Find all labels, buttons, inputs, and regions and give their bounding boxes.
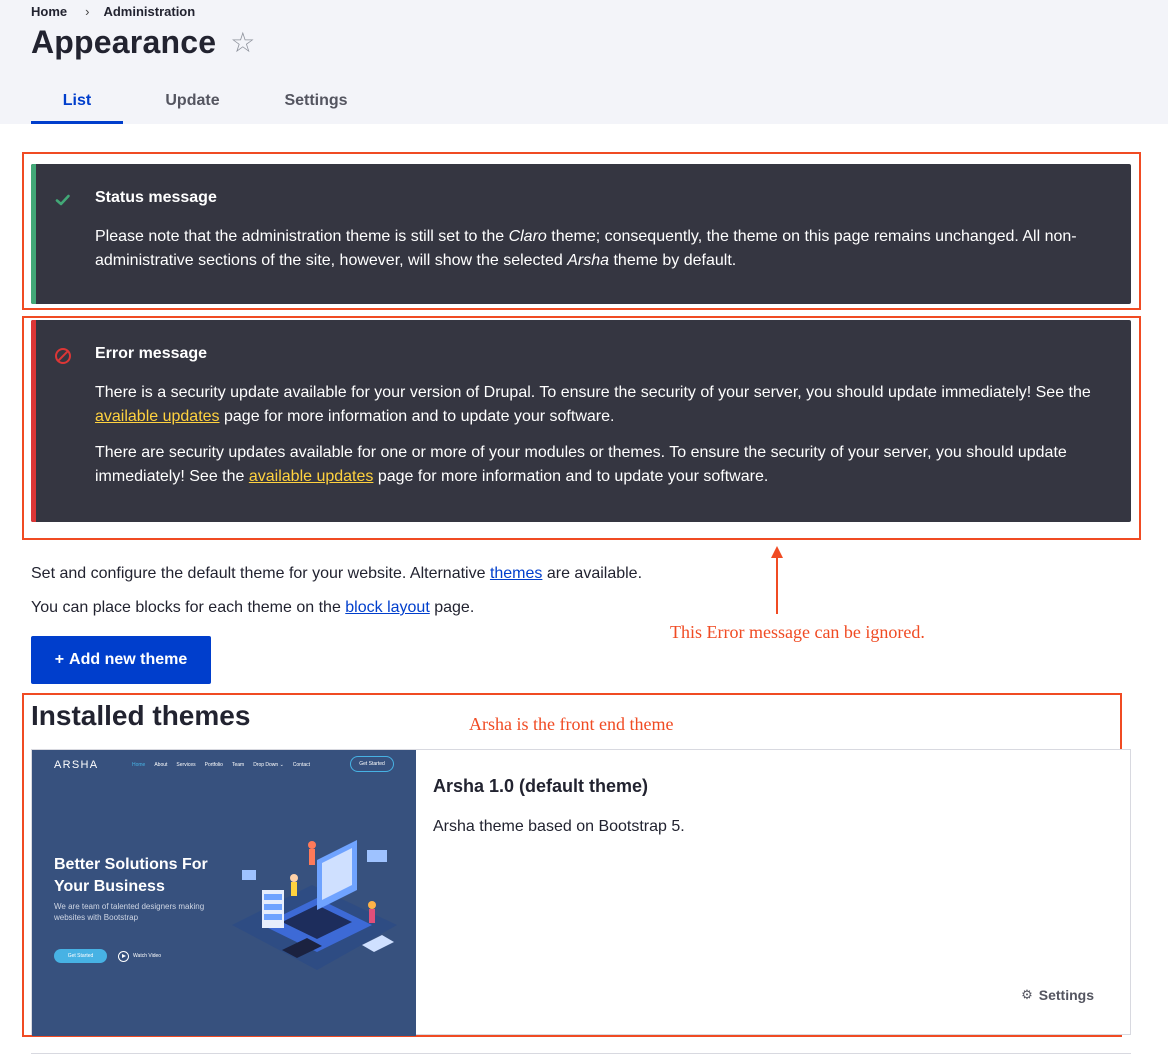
intro-text-part: are available.	[542, 565, 643, 582]
breadcrumb: Home › Administration	[31, 4, 195, 19]
primary-tabs: List Update Settings	[31, 84, 386, 124]
screenshot-nav-item: Drop Down ⌄	[253, 762, 284, 768]
tab-list[interactable]: List	[31, 84, 123, 124]
screenshot-nav-item: Home	[132, 762, 146, 768]
screenshot-nav-item: Team	[231, 762, 245, 768]
screenshot-nav-item: About	[154, 762, 168, 768]
play-icon	[118, 950, 129, 962]
add-new-theme-label: Add new theme	[69, 651, 188, 668]
screenshot-cta: Get Started	[54, 949, 107, 963]
annotation-arrow-line	[776, 556, 778, 614]
intro-text-part: You can place blocks for each theme on t…	[31, 599, 346, 616]
isometric-illustration	[232, 840, 397, 970]
screenshot-watch-label: Watch Video	[133, 953, 162, 959]
screenshot-nav-item: Portfolio	[204, 762, 223, 768]
breadcrumb-home-link[interactable]: Home	[31, 4, 67, 19]
plus-icon: +	[54, 651, 65, 668]
screenshot-watch-video: Watch Video	[118, 949, 161, 963]
theme-settings-label: Settings	[1038, 987, 1094, 1003]
screenshot-subtext: We are team of talented designers making…	[54, 902, 205, 922]
theme-description: Arsha theme based on Bootstrap 5.	[433, 818, 685, 835]
screenshot-nav-button: Get Started	[350, 756, 394, 772]
themes-link[interactable]: themes	[490, 565, 542, 582]
annotation-error-note: This Error message can be ignored.	[670, 622, 925, 642]
block-layout-link[interactable]: block layout	[345, 599, 430, 616]
tab-settings[interactable]: Settings	[246, 84, 386, 124]
add-new-theme-button[interactable]: + Add new theme	[31, 636, 211, 684]
intro-text-part: Set and configure the default theme for …	[31, 565, 490, 582]
theme-name: Arsha 1.0 (default theme)	[433, 776, 649, 796]
annotation-box-status	[22, 152, 1141, 310]
screenshot-logo: ARSHA	[54, 759, 99, 771]
breadcrumb-administration-link[interactable]: Administration	[103, 4, 195, 19]
annotation-box-error	[22, 316, 1141, 540]
star-icon[interactable]: ☆	[230, 28, 255, 57]
title-row: Appearance ☆	[31, 24, 255, 61]
page-header: Home › Administration Appearance ☆ List …	[0, 0, 1168, 124]
page-title: Appearance	[31, 24, 217, 60]
intro-text-part: page.	[429, 599, 475, 616]
breadcrumb-separator: ›	[85, 4, 90, 19]
installed-themes-heading: Installed themes	[31, 700, 251, 731]
intro-line-1: Set and configure the default theme for …	[31, 565, 642, 583]
theme-screenshot: ARSHA Home About Services Portfolio Team…	[32, 750, 416, 1036]
intro-line-2: You can place blocks for each theme on t…	[31, 599, 474, 617]
screenshot-nav-item: Services	[176, 762, 196, 768]
divider	[31, 1053, 1131, 1054]
gear-icon: ⚙	[1021, 987, 1033, 1002]
screenshot-nav-item: Contact	[292, 762, 311, 768]
theme-settings-link[interactable]: ⚙ Settings	[1021, 987, 1094, 1003]
theme-card-arsha: ARSHA Home About Services Portfolio Team…	[31, 749, 1131, 1036]
tab-update[interactable]: Update	[123, 84, 246, 124]
annotation-theme-note: Arsha is the front end theme	[469, 714, 674, 734]
screenshot-nav: Home About Services Portfolio Team Drop …	[132, 762, 310, 768]
